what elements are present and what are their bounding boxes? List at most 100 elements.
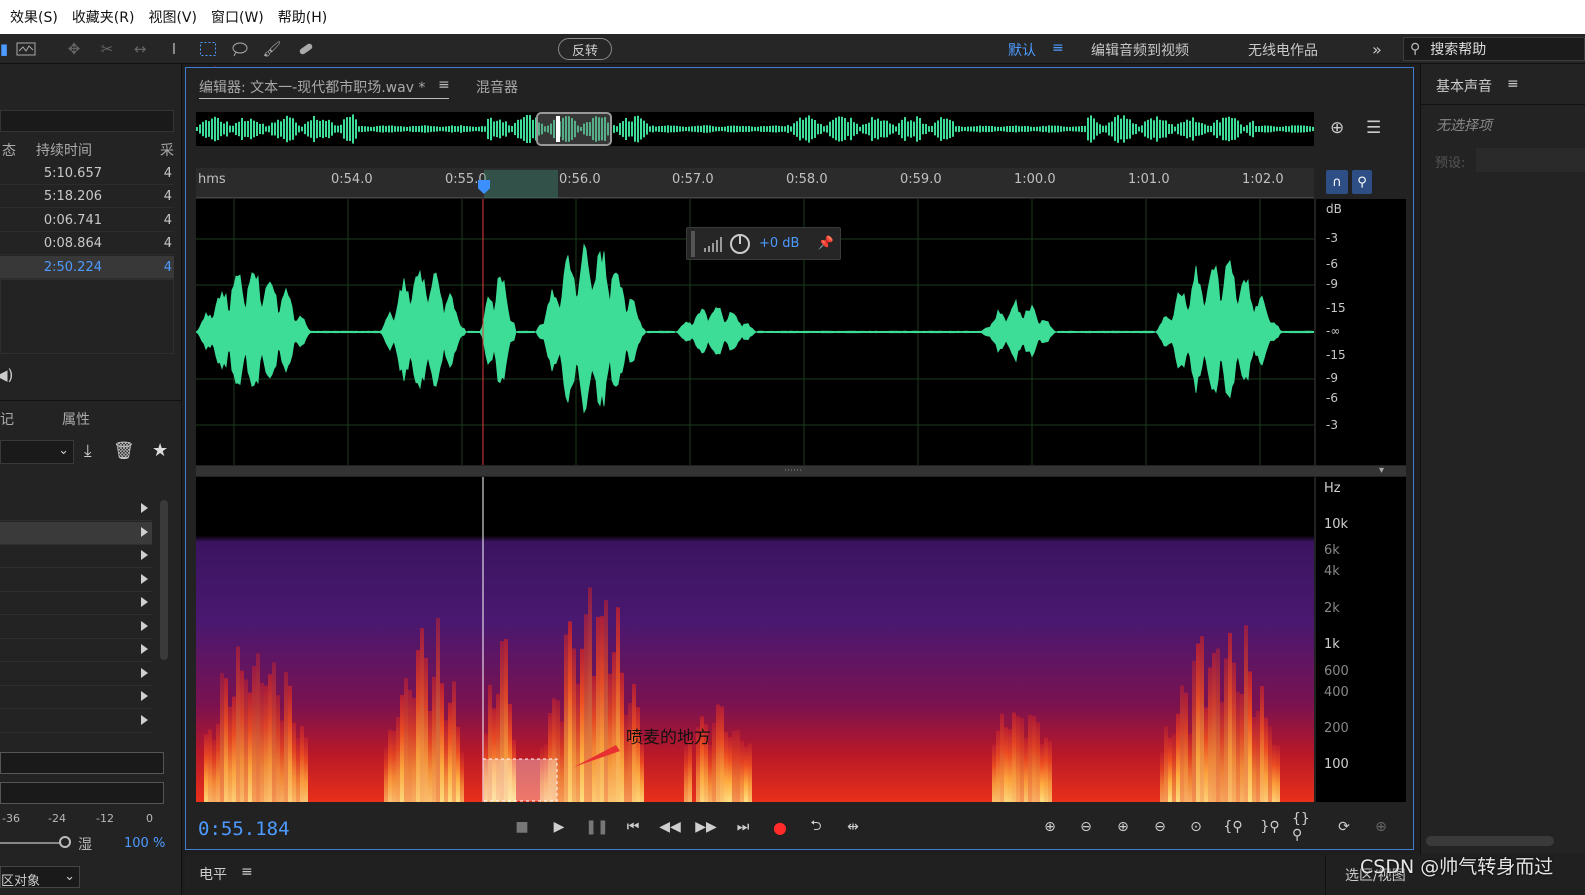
panel-divider [1325, 855, 1326, 895]
workspace-menu-icon[interactable]: ≡ [1052, 40, 1064, 56]
speaker-icon[interactable]: ◀) [0, 366, 13, 384]
menu-bar: 效果(S) 收藏夹(R) 视图(V) 窗口(W) 帮助(H) [0, 0, 1585, 34]
time-selection-range[interactable] [484, 170, 558, 198]
spectral-frequency-display[interactable] [196, 477, 1314, 802]
panel-menu-icon[interactable]: ≡ [1507, 76, 1519, 92]
list-item[interactable] [0, 569, 152, 592]
zoom-to-selection-icon[interactable]: ⊕ [1330, 118, 1344, 138]
zoom-reset-icon[interactable]: ⟳ [1330, 816, 1358, 838]
tab-editor[interactable]: 编辑器: 文本一-现代都市职场.wav * [199, 77, 425, 97]
overview-waveform-graphic [196, 112, 1314, 146]
files-panel: 态 持续时间 采 5:10.657 4 5:18.206 4 0:06.741 4 0… [0, 64, 182, 895]
file-row[interactable]: 5:18.206 4 [0, 185, 174, 208]
headphones-icon[interactable]: ∩ [1326, 170, 1348, 194]
hud-pin-icon[interactable]: 📌 [817, 236, 833, 251]
list-item[interactable] [0, 616, 152, 639]
record-icon[interactable]: ● [766, 816, 794, 838]
razor-tool-icon[interactable]: ✂ [95, 38, 119, 60]
wet-slider-handle[interactable] [59, 836, 71, 848]
overview-waveform[interactable] [196, 112, 1314, 146]
region-object-dropdown[interactable]: 区对象 ⌄ [0, 866, 80, 889]
brush-tool-icon[interactable]: 🖌 [260, 38, 284, 60]
db-label: -3 [1326, 231, 1338, 245]
menu-view[interactable]: 视图(V) [148, 7, 197, 27]
pin-marker-icon[interactable]: ⚲ [1352, 170, 1372, 194]
pause-icon[interactable]: ❚❚ [583, 816, 611, 838]
delete-icon[interactable]: 🗑 [113, 441, 135, 461]
level-panel-menu-icon[interactable]: ≡ [241, 864, 253, 880]
tab-mixer[interactable]: 混音器 [476, 77, 518, 97]
skip-selection-icon[interactable]: ⇹ [839, 816, 867, 838]
chevron-down-icon: ⌄ [64, 869, 75, 884]
preset-dropdown[interactable]: ⌄ [0, 440, 74, 464]
list-item[interactable] [0, 686, 152, 709]
loop-playback-icon[interactable]: ⮌ [802, 816, 830, 838]
time-selection-tool-icon[interactable]: I [162, 38, 186, 60]
menu-effects[interactable]: 效果(S) [10, 7, 58, 27]
list-item[interactable] [0, 663, 152, 686]
spot-healing-icon[interactable] [294, 38, 318, 60]
zoom-out-full-icon[interactable]: ⊙ [1182, 816, 1210, 838]
zoom-out-amplitude-icon[interactable]: ⊖ [1072, 816, 1100, 838]
gain-knob-icon[interactable] [729, 233, 751, 255]
list-item[interactable] [0, 639, 152, 662]
lasso-tool-icon[interactable] [228, 38, 252, 60]
ruler-tick: 0:56.0 [559, 172, 601, 187]
list-scrollbar[interactable] [160, 500, 168, 660]
slip-tool-icon[interactable]: ↔ [128, 38, 152, 60]
file-row[interactable]: 0:08.864 4 [0, 232, 174, 255]
move-tool-icon[interactable]: ✥ [62, 38, 86, 60]
db-label: -9 [1326, 277, 1338, 291]
play-icon[interactable]: ▶ [545, 816, 573, 838]
file-row[interactable]: 5:10.657 4 [0, 162, 174, 185]
search-help-input[interactable]: ⚲ 搜索帮助 [1403, 37, 1585, 61]
chevron-down-icon[interactable]: ▾ [1379, 465, 1384, 476]
menu-favorites[interactable]: 收藏夹(R) [72, 7, 135, 27]
file-row-selected[interactable]: 2:50.224 4 [0, 256, 174, 279]
tab-markers[interactable]: 记 [0, 409, 14, 429]
zoom-out-time-icon[interactable]: ⊖ [1146, 816, 1174, 838]
pane-divider[interactable]: ⋯⋯ ▾ [196, 465, 1406, 476]
zoom-in-time-icon[interactable]: ⊕ [1109, 816, 1137, 838]
list-item[interactable] [0, 592, 152, 615]
time-ruler[interactable]: hms 0:54.0 0:55.0 0:56.0 0:57.0 0:58.0 0… [196, 168, 1314, 198]
stop-icon[interactable]: ■ [508, 816, 536, 838]
spectral-view-icon[interactable] [14, 38, 38, 60]
menu-help[interactable]: 帮助(H) [278, 7, 327, 27]
meter-scale-24: -24 [48, 812, 66, 825]
current-time-display[interactable]: 0:55.184 [198, 818, 290, 840]
menu-window[interactable]: 窗口(W) [211, 7, 264, 27]
list-item[interactable] [0, 498, 152, 521]
fast-forward-icon[interactable]: ▶▶ [692, 816, 720, 838]
list-item[interactable] [0, 545, 152, 568]
hud-gain-value[interactable]: +0 dB [759, 236, 799, 251]
file-row[interactable]: 0:06.741 4 [0, 209, 174, 232]
editor-tab-menu-icon[interactable]: ≡ [438, 77, 450, 93]
list-item[interactable] [0, 522, 152, 545]
wet-value[interactable]: 100 % [124, 836, 165, 851]
db-label: -9 [1326, 371, 1338, 385]
files-filter-input[interactable] [0, 110, 174, 132]
zoom-in-point-icon[interactable]: {⚲ [1219, 816, 1247, 838]
marquee-selection-icon[interactable] [196, 38, 220, 60]
favorite-star-icon[interactable]: ★ [152, 440, 168, 461]
list-item[interactable] [0, 710, 152, 733]
zoom-selection-icon[interactable]: {}⚲ [1292, 811, 1320, 843]
hud-drag-handle[interactable] [691, 230, 695, 257]
hz-scale: Hz 10k 6k 4k 2k 1k 600 400 200 100 [1316, 477, 1406, 802]
workspace-radio[interactable]: 无线电作品 [1248, 40, 1318, 60]
list-view-icon[interactable]: ☰ [1366, 118, 1381, 138]
zoom-out-point-icon[interactable]: }⚲ [1256, 816, 1284, 838]
wet-slider-track[interactable] [0, 842, 60, 844]
tab-properties[interactable]: 属性 [62, 409, 90, 429]
skip-to-end-icon[interactable]: ⏭ [729, 816, 757, 838]
zoom-in-amplitude-icon[interactable]: ⊕ [1036, 816, 1064, 838]
workspace-edit-to-video[interactable]: 编辑音频到视频 [1091, 40, 1189, 60]
skip-to-start-icon[interactable]: ⏮ [619, 816, 647, 838]
workspace-default[interactable]: 默认 [1008, 40, 1036, 60]
rewind-icon[interactable]: ◀◀ [656, 816, 684, 838]
horizontal-scrollbar[interactable] [1426, 836, 1554, 846]
reverse-button[interactable]: 反转 [558, 38, 612, 60]
more-workspaces-icon[interactable]: » [1372, 40, 1382, 59]
save-preset-icon[interactable]: ⤓ [84, 441, 92, 461]
